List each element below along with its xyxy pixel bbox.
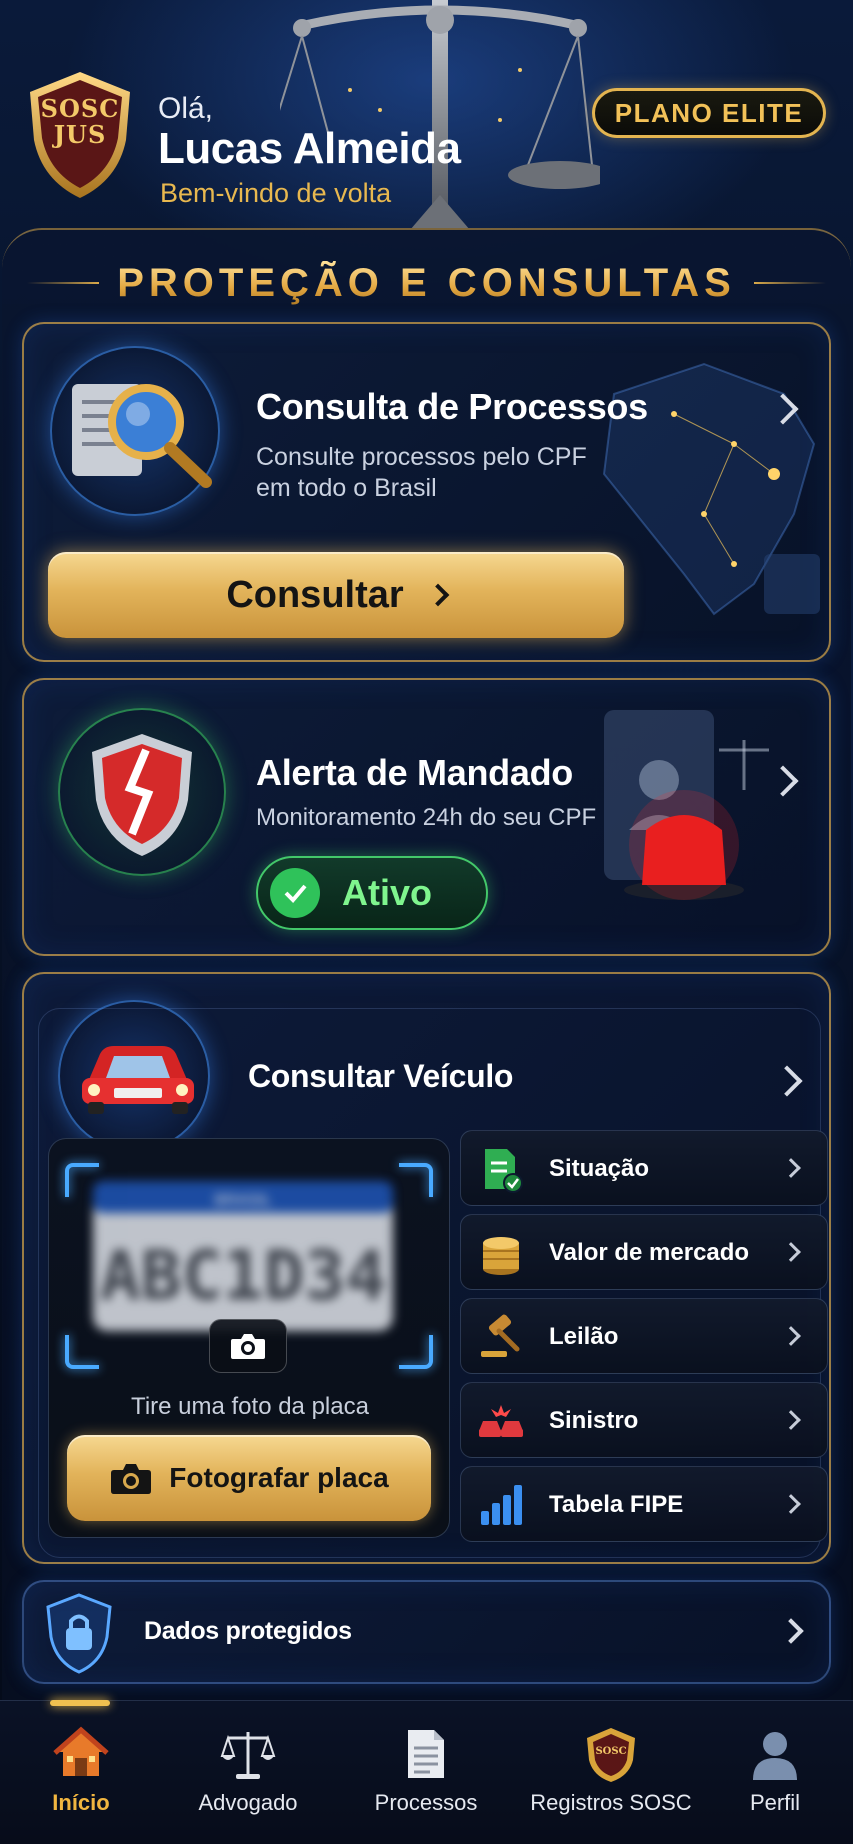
chevron-right-icon [781,1158,801,1178]
sosc-badge-icon: SOSC [587,1728,635,1782]
nav-label: Advogado [198,1790,298,1815]
vehicle-card-title: Consultar Veículo [248,1058,514,1094]
greeting-text: Olá, [158,92,214,125]
plan-badge[interactable]: PLANO ELITE [592,88,826,138]
scales-icon [220,1732,276,1779]
nav-registros-sosc[interactable]: SOSC Registros SOSC [526,1722,696,1832]
document-check-icon [485,1149,523,1193]
nav-label: Registros SOSC [530,1790,692,1815]
welcome-text: Bem-vindo de volta [160,178,392,208]
title-divider-right [753,282,826,284]
process-card-title: Consulta de Processos [256,386,648,427]
option-label: Sinistro [549,1407,639,1434]
shield-alert-icon [92,734,192,856]
user-name: Lucas Almeida [158,124,461,173]
scan-corner-top-right [399,1163,433,1197]
data-protected-banner[interactable]: Dados protegidos [22,1580,831,1684]
nav-advogado[interactable]: Advogado [163,1722,333,1832]
badge-text-top: SOSC [595,1746,626,1757]
license-plate-image: BRASIL ABC1D34 [93,1181,393,1331]
scan-corner-bottom-right [399,1335,433,1369]
option-label: Leilão [549,1323,619,1350]
consult-button-label: Consultar [226,573,404,616]
chevron-right-icon [778,1618,804,1644]
option-tabela-fipe[interactable]: Tabela FIPE [460,1466,828,1542]
camera-icon [111,1464,152,1494]
scan-corner-top-left [65,1163,99,1197]
plate-country: BRASIL [215,1192,272,1209]
section-title-text: PROTEÇÃO E CONSULTAS [117,260,736,305]
active-tab-indicator [50,1700,110,1706]
chevron-right-icon [781,1242,801,1262]
chevron-right-icon [426,583,449,607]
photo-hint: Tire uma foto da placa [131,1393,369,1420]
chevron-right-icon [781,1410,801,1430]
alert-card-title: Alerta de Mandado [256,752,573,793]
home-icon [53,1726,109,1776]
car-crash-icon [479,1405,523,1437]
process-card-subtitle-2: em todo o Brasil [256,474,437,502]
alert-status-badge: Ativo [256,856,488,930]
title-divider-left [27,282,100,284]
warrant-alert-card[interactable]: Alerta de Mandado Monitoramento 24h do s… [22,678,831,956]
nav-processos[interactable]: Processos [341,1722,511,1832]
chevron-right-icon [781,1326,801,1346]
nav-perfil[interactable]: Perfil [690,1722,853,1832]
shield-lock-icon [46,1593,112,1674]
process-card-subtitle-1: Consulte processos pelo CPF [256,443,587,471]
bar-chart-icon [481,1485,522,1525]
gavel-icon [481,1314,520,1357]
id-card-siren-illustration [604,710,769,900]
option-label: Valor de mercado [549,1239,750,1266]
user-icon [753,1732,797,1780]
consult-button[interactable]: Consultar [48,552,624,638]
option-leilao[interactable]: Leilão [460,1298,828,1374]
nav-label: Início [52,1790,110,1815]
nav-inicio[interactable]: Início [0,1722,166,1832]
coins-icon [483,1237,519,1275]
take-plate-photo-button[interactable]: Fotografar placa [67,1435,431,1521]
document-icon [408,1730,444,1778]
plate-camera-preview[interactable]: BRASIL ABC1D34 Tire uma foto da placa Fo… [48,1138,450,1538]
vehicle-lookup-card: Consultar Veículo BRASIL ABC1D34 Tire um… [22,972,831,1564]
process-lookup-card[interactable]: Consulta de Processos Consulte processos… [22,322,831,662]
magnifier-document-icon [72,384,212,488]
scan-corner-bottom-left [65,1335,99,1369]
check-circle-icon [270,868,320,918]
nav-label: Processos [374,1790,478,1815]
header: SOSC JUS Olá, Lucas Almeida Bem-vindo de … [0,0,853,230]
plate-number: ABC1D34 [100,1237,387,1316]
option-situacao[interactable]: Situação [460,1130,828,1206]
chevron-right-icon [781,1494,801,1514]
nav-label: Perfil [749,1790,801,1815]
camera-icon[interactable] [209,1319,287,1373]
car-icon [82,1046,194,1114]
alert-card-subtitle: Monitoramento 24h do seu CPF [256,804,597,831]
alert-status-text: Ativo [342,872,432,913]
option-valor-mercado[interactable]: Valor de mercado [460,1214,828,1290]
logo-text: SOSC JUS [40,94,120,149]
app-screen: SOSC JUS Olá, Lucas Almeida Bem-vindo de … [0,0,853,1844]
data-protected-label: Dados protegidos [144,1617,352,1645]
option-label: Tabela FIPE [549,1491,684,1518]
take-plate-photo-label: Fotografar placa [169,1462,389,1493]
section-title: PROTEÇÃO E CONSULTAS [0,258,853,308]
option-sinistro[interactable]: Sinistro [460,1382,828,1458]
option-label: Situação [549,1155,650,1182]
